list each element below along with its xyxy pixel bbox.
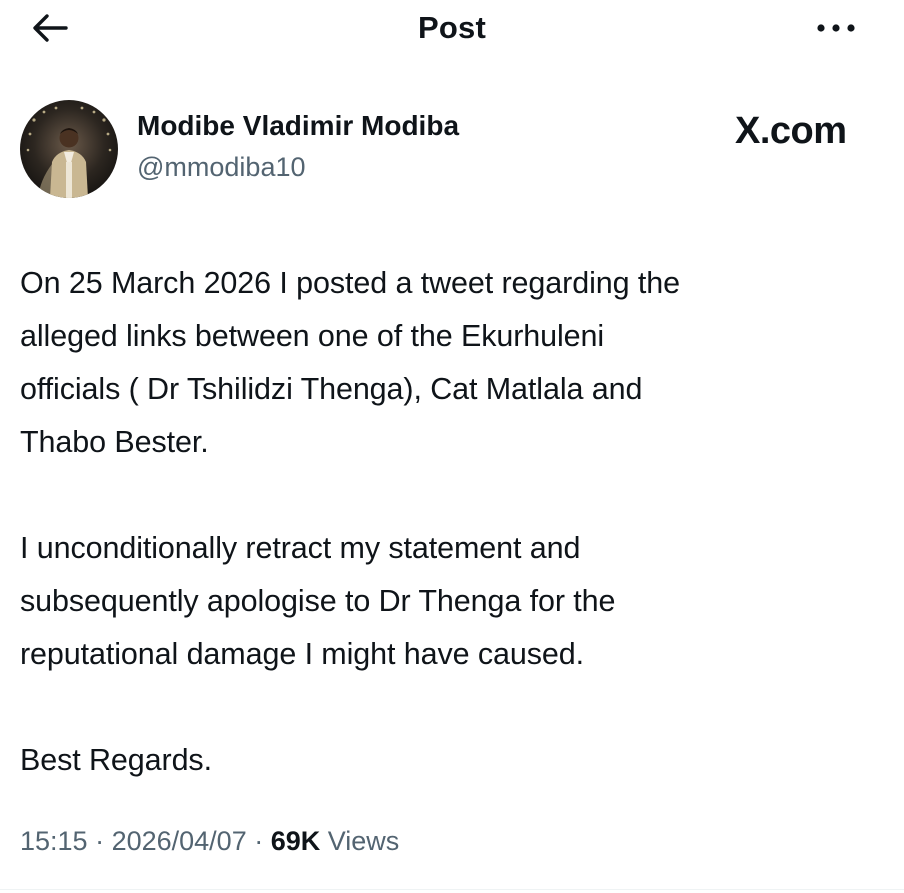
tweet-paragraph: Best Regards. [20, 743, 212, 777]
top-app-bar: Post [0, 0, 904, 58]
divider [0, 889, 904, 890]
tweet-paragraph: I unconditionally retract my statement a… [20, 531, 616, 671]
tweet-text: On 25 March 2026 I posted a tweet regard… [20, 257, 890, 787]
x-com-watermark: X.com [735, 110, 847, 152]
author-handle[interactable]: @mmodiba10 [137, 152, 306, 183]
post-time[interactable]: 15:15 [20, 826, 88, 856]
page-title: Post [418, 10, 486, 45]
tweet-paragraph: On 25 March 2026 I posted a tweet regard… [20, 266, 680, 459]
views-label: Views [327, 826, 400, 856]
post-metadata: 15:15 · 2026/04/07 · 69K Views [20, 826, 399, 857]
profile-photo [20, 100, 118, 198]
more-horizontal-icon [817, 24, 855, 32]
more-options-button[interactable] [808, 10, 864, 46]
views-count[interactable]: 69K [271, 826, 321, 856]
meta-separator: · [87, 826, 112, 856]
meta-separator: · [246, 826, 271, 856]
avatar[interactable] [20, 100, 118, 198]
post-date[interactable]: 2026/04/07 [112, 826, 247, 856]
post-author: Modibe Vladimir Modiba @mmodiba10 X.com [20, 96, 880, 206]
author-display-name[interactable]: Modibe Vladimir Modiba [137, 110, 459, 142]
